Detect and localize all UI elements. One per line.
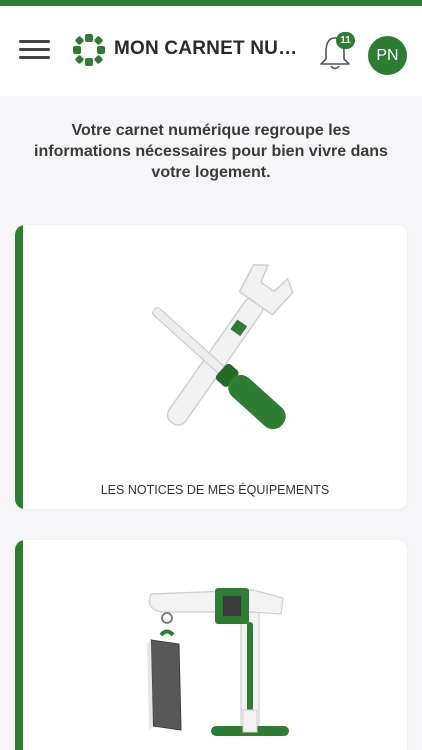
avatar[interactable]: PN	[368, 36, 407, 75]
hamburger-menu-icon[interactable]	[19, 40, 51, 60]
intro-text: Votre carnet numérique regroupe les info…	[34, 122, 388, 181]
tools-illustration-icon	[152, 264, 294, 430]
card-equipment-notices[interactable]: LES NOTICES DE MES ÉQUIPEMENTS	[15, 225, 407, 509]
notification-badge: 11	[336, 32, 355, 49]
crane-illustration-icon	[147, 588, 289, 736]
app-title: MON CARNET NUMÉRIQUE	[114, 38, 310, 59]
logo-icon	[73, 34, 105, 66]
card-label: LES NOTICES DE MES ÉQUIPEMENTS	[100, 483, 330, 497]
card-accent-bar	[15, 225, 23, 509]
card-accent-bar	[15, 540, 23, 750]
card-second[interactable]	[15, 540, 407, 750]
app-header: MON CARNET NUMÉRIQUE 11 PN	[0, 6, 422, 96]
